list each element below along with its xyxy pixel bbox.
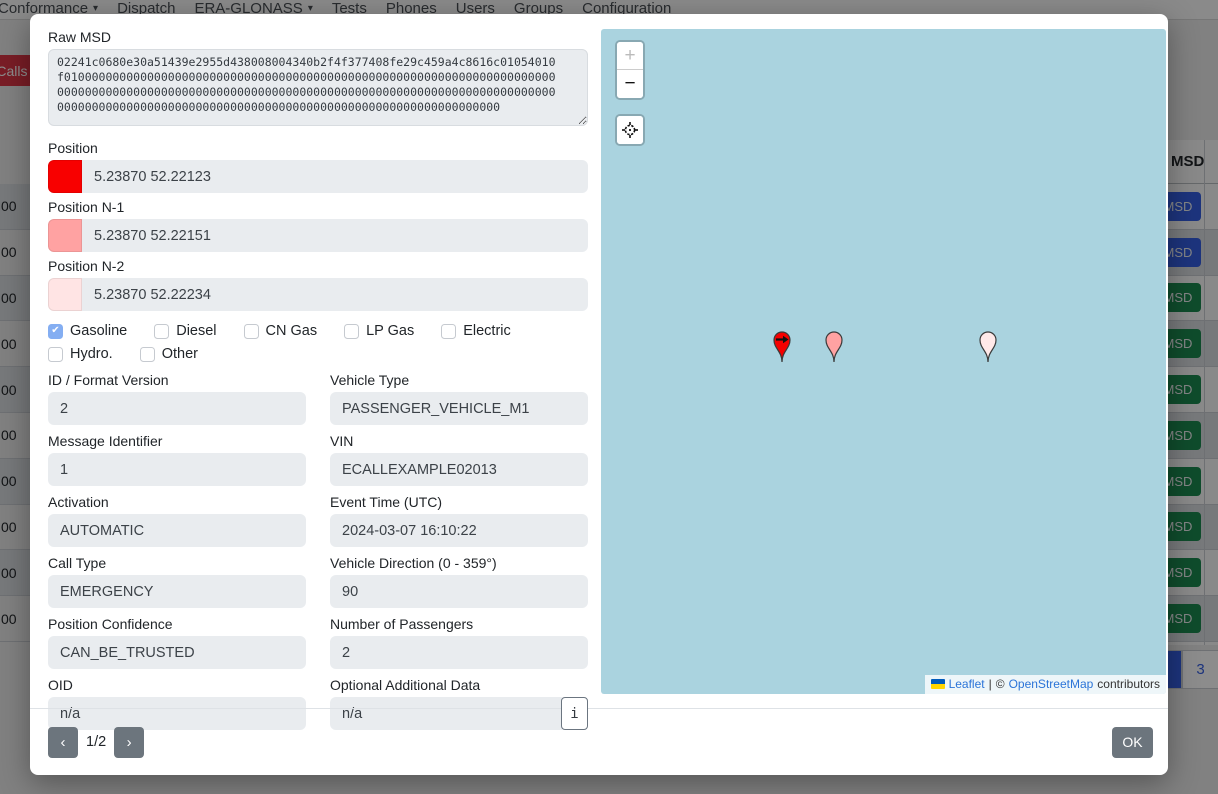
page-indicator: 1/2 [86, 734, 106, 750]
modal-footer: ‹ 1/2 › OK [30, 708, 1168, 775]
map-marker-position-n2[interactable] [977, 329, 999, 363]
id-format-version-value[interactable]: 2 [48, 392, 306, 425]
position-n1-label: Position N-1 [48, 199, 588, 215]
map-marker-position-n1[interactable] [823, 329, 845, 363]
openstreetmap-link[interactable]: OpenStreetMap [1009, 677, 1094, 691]
ok-button[interactable]: OK [1112, 727, 1153, 758]
call-type-value[interactable]: EMERGENCY [48, 575, 306, 608]
checkbox-label: Hydro. [70, 346, 113, 362]
checkbox-icon[interactable] [48, 347, 63, 362]
raw-msd-label: Raw MSD [48, 29, 588, 45]
activation-value[interactable]: AUTOMATIC [48, 514, 306, 547]
vehicle-direction-value[interactable]: 90 [330, 575, 588, 608]
fuel-diesel[interactable]: Diesel [154, 323, 216, 339]
attribution-separator: | [989, 677, 992, 691]
position-confidence-label: Position Confidence [48, 616, 306, 632]
ukraine-flag-icon [931, 679, 945, 689]
activation-label: Activation [48, 494, 306, 510]
fuel-electric[interactable]: Electric [441, 323, 511, 339]
number-of-passengers-value[interactable]: 2 [330, 636, 588, 669]
position-n2-value[interactable]: 5.23870 52.22234 [82, 278, 588, 311]
position-color-swatch [48, 160, 82, 193]
fuel-type-checkboxes: Gasoline Diesel CN Gas LP Gas Electric H… [48, 323, 568, 362]
checkbox-icon[interactable] [441, 324, 456, 339]
map-locate-control [615, 114, 645, 146]
position-field: 5.23870 52.22123 [48, 160, 588, 193]
checkbox-icon[interactable] [154, 324, 169, 339]
oid-label: OID [48, 677, 306, 693]
checkbox-label: LP Gas [366, 323, 414, 339]
msd-fields-grid: ID / Format Version 2 Vehicle Type PASSENG… [48, 372, 588, 738]
msd-form: Raw MSD 02241c0680e30a51439e2955d4380080… [48, 29, 588, 738]
position-n2-label: Position N-2 [48, 258, 588, 274]
locate-icon[interactable] [617, 116, 643, 144]
vin-value[interactable]: ECALLEXAMPLE02013 [330, 453, 588, 486]
position-n1-field: 5.23870 52.22151 [48, 219, 588, 252]
id-format-version-label: ID / Format Version [48, 372, 306, 388]
vehicle-direction-label: Vehicle Direction (0 - 359°) [330, 555, 588, 571]
attribution-suffix: contributors [1097, 677, 1160, 691]
checkbox-icon[interactable] [344, 324, 359, 339]
position-n2-field: 5.23870 52.22234 [48, 278, 588, 311]
leaflet-map[interactable]: + − Leaflet | © [601, 29, 1166, 694]
checkbox-icon[interactable] [140, 347, 155, 362]
checkbox-label: Diesel [176, 323, 216, 339]
vehicle-type-label: Vehicle Type [330, 372, 588, 388]
checkbox-label: Electric [463, 323, 511, 339]
checkbox-label: CN Gas [266, 323, 318, 339]
vin-label: VIN [330, 433, 588, 449]
msd-pager: ‹ 1/2 › [48, 727, 144, 758]
number-of-passengers-label: Number of Passengers [330, 616, 588, 632]
checkbox-label: Gasoline [70, 323, 127, 339]
zoom-out-button[interactable]: − [617, 70, 643, 98]
vehicle-type-value[interactable]: PASSENGER_VEHICLE_M1 [330, 392, 588, 425]
zoom-in-button[interactable]: + [617, 42, 643, 70]
map-marker-current-position[interactable] [771, 329, 793, 363]
msd-details-modal: Raw MSD 02241c0680e30a51439e2955d4380080… [30, 14, 1168, 775]
position-n2-color-swatch [48, 278, 82, 311]
optional-additional-data-label: Optional Additional Data [330, 677, 588, 693]
call-type-label: Call Type [48, 555, 306, 571]
event-time-value[interactable]: 2024-03-07 16:10:22 [330, 514, 588, 547]
map-zoom-control: + − [615, 40, 645, 100]
message-identifier-value[interactable]: 1 [48, 453, 306, 486]
info-button[interactable]: i [561, 697, 588, 730]
position-n1-color-swatch [48, 219, 82, 252]
position-value[interactable]: 5.23870 52.22123 [82, 160, 588, 193]
position-confidence-value[interactable]: CAN_BE_TRUSTED [48, 636, 306, 669]
fuel-other[interactable]: Other [140, 346, 198, 362]
checkbox-checked-icon[interactable] [48, 324, 63, 339]
fuel-gasoline[interactable]: Gasoline [48, 323, 127, 339]
fuel-hydrogen[interactable]: Hydro. [48, 346, 113, 362]
previous-page-button[interactable]: ‹ [48, 727, 78, 758]
fuel-cn-gas[interactable]: CN Gas [244, 323, 318, 339]
next-page-button[interactable]: › [114, 727, 144, 758]
position-n1-value[interactable]: 5.23870 52.22151 [82, 219, 588, 252]
message-identifier-label: Message Identifier [48, 433, 306, 449]
map-attribution: Leaflet | © OpenStreetMap contributors [925, 675, 1166, 694]
leaflet-link[interactable]: Leaflet [949, 677, 985, 691]
copyright-symbol: © [996, 677, 1005, 691]
checkbox-label: Other [162, 346, 198, 362]
raw-msd-textarea[interactable]: 02241c0680e30a51439e2955d438008004340b2f… [48, 49, 588, 126]
position-label: Position [48, 140, 588, 156]
event-time-label: Event Time (UTC) [330, 494, 588, 510]
checkbox-icon[interactable] [244, 324, 259, 339]
fuel-lp-gas[interactable]: LP Gas [344, 323, 414, 339]
